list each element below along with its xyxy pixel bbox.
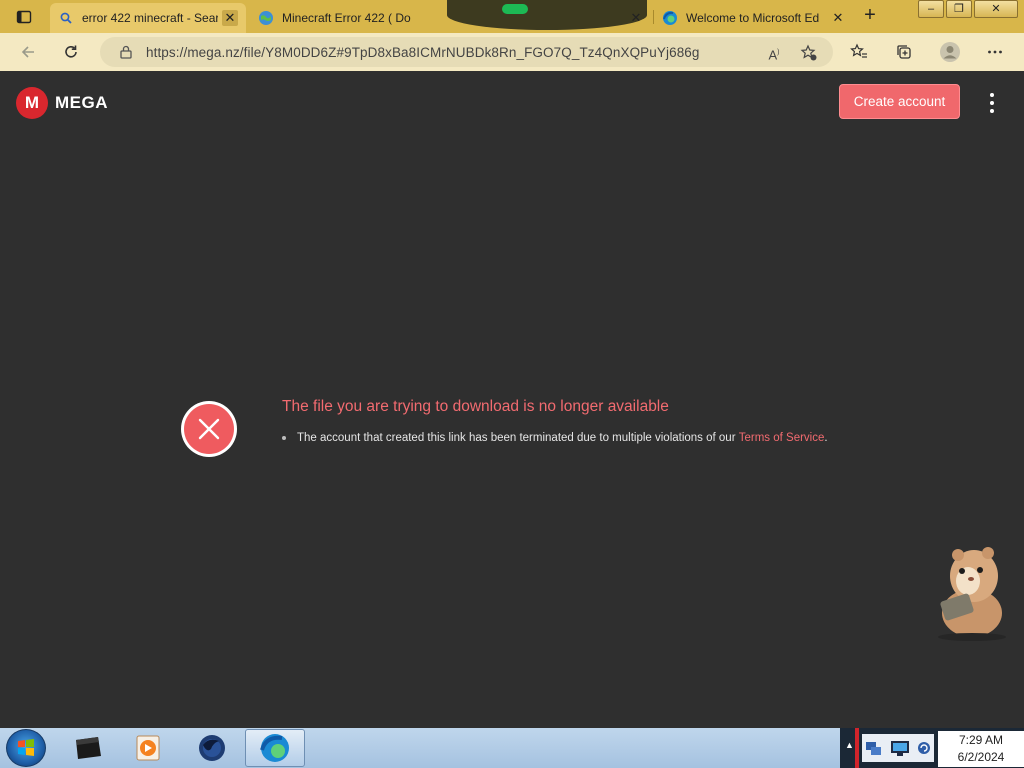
update-icon[interactable] bbox=[916, 740, 932, 756]
new-tab-button[interactable]: + bbox=[858, 5, 882, 27]
more-menu-dot bbox=[990, 93, 994, 97]
back-arrow-icon bbox=[21, 46, 34, 58]
taskbar-edge[interactable] bbox=[245, 729, 305, 767]
browser-globe-icon bbox=[199, 735, 225, 761]
mega-logo-badge: M bbox=[16, 87, 48, 119]
display-icon[interactable] bbox=[889, 738, 911, 758]
collections-icon bbox=[897, 45, 911, 59]
taskbar-media-player[interactable] bbox=[120, 729, 176, 767]
tab-minecraft-error[interactable]: Minecraft Error 422 ( Do bbox=[250, 3, 450, 33]
start-button[interactable] bbox=[6, 729, 46, 767]
taskbar: ▲ 7:29 AM 6/2/2024 bbox=[0, 728, 1024, 768]
error-detail-suffix: . bbox=[824, 432, 828, 444]
clock-time: 7:29 AM bbox=[958, 733, 1004, 747]
tab-hidden[interactable]: ✕ bbox=[452, 3, 652, 33]
search-icon bbox=[58, 10, 74, 26]
edge-icon bbox=[662, 10, 678, 26]
profile-button[interactable] bbox=[938, 40, 962, 64]
close-window-button[interactable]: ✕ bbox=[974, 0, 1018, 18]
tray-indicator bbox=[855, 728, 859, 768]
tab-title: error 422 minecraft - Sear bbox=[82, 11, 218, 25]
show-hidden-icons-button[interactable]: ▲ bbox=[845, 740, 854, 750]
mega-page: M MEGA Create account The file you are t… bbox=[0, 71, 1024, 728]
terms-of-service-link[interactable]: Terms of Service bbox=[739, 432, 825, 444]
profile-avatar-icon bbox=[940, 42, 960, 62]
more-icon bbox=[988, 50, 1002, 54]
error-icon bbox=[181, 401, 237, 457]
clock-date: 6/2/2024 bbox=[957, 750, 1005, 764]
tab-close-button[interactable]: ✕ bbox=[830, 10, 846, 26]
app-window-icon bbox=[76, 737, 101, 759]
taskbar-firefox[interactable] bbox=[184, 729, 240, 767]
tab-actions-button[interactable] bbox=[8, 6, 40, 28]
tab-welcome-edge[interactable]: Welcome to Microsoft Ed ✕ bbox=[654, 3, 854, 33]
globe-icon bbox=[258, 10, 274, 26]
restore-button[interactable]: ❐ bbox=[946, 0, 972, 18]
favorites-icon bbox=[850, 43, 867, 58]
tab-title: Welcome to Microsoft Ed bbox=[686, 11, 820, 25]
more-menu-dot bbox=[990, 109, 994, 113]
tab-close-button[interactable]: ✕ bbox=[628, 10, 644, 26]
tray-icons bbox=[862, 734, 934, 762]
tab-search[interactable]: error 422 minecraft - Sear ✕ bbox=[50, 3, 246, 33]
media-player-icon bbox=[136, 735, 160, 761]
favorites-button[interactable] bbox=[847, 40, 871, 64]
create-account-button[interactable]: Create account bbox=[839, 84, 960, 119]
bullet-point bbox=[282, 436, 286, 440]
error-detail: The account that created this link has b… bbox=[282, 432, 828, 444]
windows-logo-icon bbox=[18, 739, 34, 756]
tab-close-button[interactable]: ✕ bbox=[222, 10, 238, 26]
window-controls: – ❐ ✕ bbox=[916, 0, 1018, 18]
tab-title: Minecraft Error 422 ( Do bbox=[282, 11, 411, 25]
mega-logo[interactable]: M MEGA bbox=[16, 87, 108, 119]
refresh-icon bbox=[65, 45, 77, 58]
minimize-button[interactable]: – bbox=[918, 0, 944, 18]
error-detail-text: The account that created this link has b… bbox=[297, 432, 736, 444]
lock-icon bbox=[120, 45, 132, 59]
url-text: https://mega.nz/file/Y8M0DD6Z#9TpD8xBa8I… bbox=[146, 44, 700, 60]
edge-icon bbox=[260, 734, 289, 762]
address-bar[interactable]: https://mega.nz/file/Y8M0DD6Z#9TpD8xBa8I… bbox=[100, 37, 833, 67]
tab-actions-icon bbox=[16, 10, 32, 24]
error-title: The file you are trying to download is n… bbox=[282, 398, 669, 415]
collections-button[interactable] bbox=[892, 40, 916, 64]
refresh-button[interactable] bbox=[59, 40, 83, 64]
settings-more-button[interactable] bbox=[983, 40, 1007, 64]
mega-logo-text: MEGA bbox=[55, 93, 108, 112]
network-icon[interactable] bbox=[864, 738, 884, 758]
add-favorite-icon[interactable] bbox=[800, 44, 818, 62]
back-button[interactable] bbox=[16, 40, 40, 64]
hamster-mascot-image bbox=[928, 531, 1012, 641]
browser-toolbar: https://mega.nz/file/Y8M0DD6Z#9TpD8xBa8I… bbox=[0, 33, 1024, 71]
read-aloud-icon[interactable]: A) bbox=[765, 44, 783, 62]
more-menu-dot bbox=[990, 101, 994, 105]
tab-strip: error 422 minecraft - Sear ✕ Minecraft E… bbox=[0, 0, 1024, 33]
taskbar-app-black[interactable] bbox=[60, 729, 116, 767]
more-menu-button[interactable] bbox=[985, 93, 999, 113]
clock[interactable]: 7:29 AM 6/2/2024 bbox=[938, 731, 1024, 767]
